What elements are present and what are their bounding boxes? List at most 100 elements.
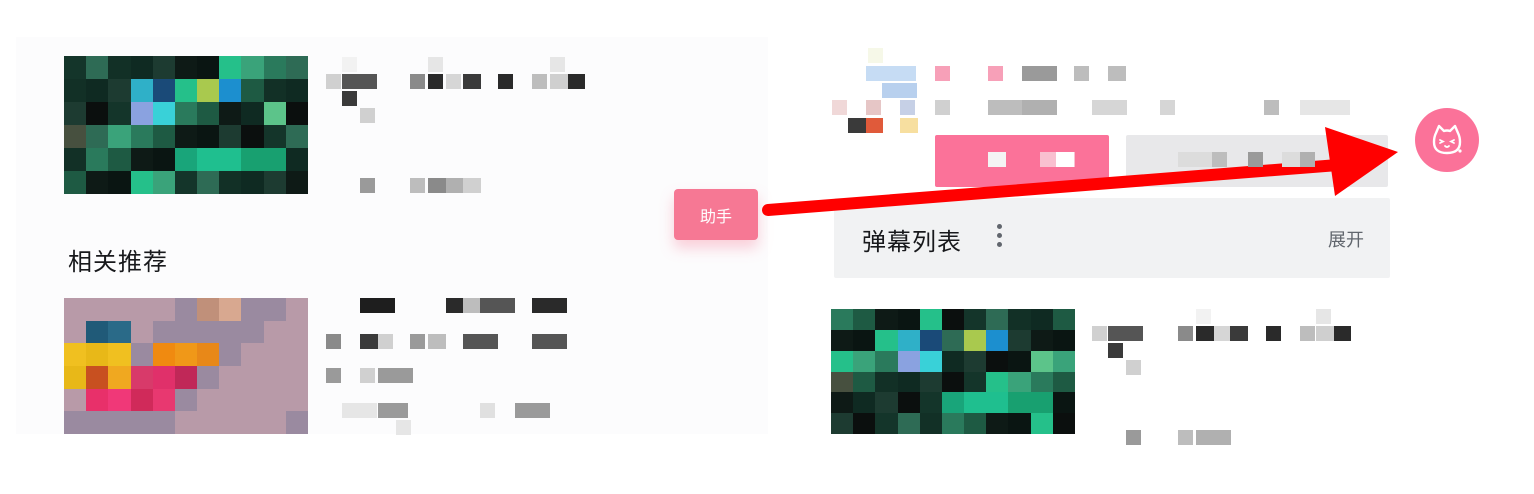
- thumbnail-tile: [130, 148, 153, 171]
- thumbnail-tile: [986, 371, 1009, 393]
- redacted-pixel: [1178, 326, 1193, 341]
- video-thumbnail[interactable]: [64, 298, 308, 434]
- thumbnail-tile: [219, 56, 242, 79]
- thumbnail-tile: [86, 171, 109, 194]
- video-thumbnail[interactable]: [831, 309, 1075, 434]
- redacted-pixel: [446, 74, 461, 89]
- thumbnail-tile: [152, 148, 175, 171]
- thumbnail-tile: [875, 350, 898, 372]
- thumbnail-tile: [941, 371, 965, 393]
- thumbnail-tile: [197, 388, 220, 412]
- redacted-pixel: [410, 74, 425, 89]
- follow-button[interactable]: [935, 135, 1109, 187]
- redacted-pixel: [428, 74, 443, 89]
- thumbnail-tile: [941, 350, 965, 372]
- thumbnail-tile: [130, 125, 153, 148]
- thumbnail-tile: [1052, 371, 1075, 393]
- thumbnail-tile: [108, 365, 131, 389]
- redacted-pixel: [360, 178, 375, 193]
- redacted-pixel: [396, 420, 411, 435]
- thumbnail-tile: [831, 413, 854, 434]
- redacted-pixel: [446, 298, 464, 313]
- redacted-pixel: [463, 178, 481, 193]
- cat-face-icon[interactable]: [1415, 108, 1479, 172]
- thumbnail-tile: [285, 171, 308, 194]
- redacted-pixel: [1316, 326, 1334, 341]
- thumbnail-tile: [263, 171, 286, 194]
- redacted-pixel: [428, 334, 446, 349]
- thumbnail-tile: [919, 309, 942, 330]
- thumbnail-tile: [986, 392, 1009, 414]
- thumbnail-tile: [174, 343, 198, 366]
- redacted-pixel: [480, 403, 495, 418]
- thumbnail-tile: [285, 320, 308, 344]
- thumbnail-tile: [1008, 371, 1031, 393]
- thumbnail-tile: [108, 298, 131, 321]
- thumbnail-tile: [964, 350, 987, 372]
- thumbnail-tile: [108, 125, 131, 148]
- thumbnail-tile: [964, 392, 987, 414]
- thumbnail-tile: [86, 343, 109, 366]
- thumbnail-tile: [174, 388, 198, 412]
- thumbnail-tile: [86, 148, 109, 171]
- redacted-pixel: [1108, 66, 1126, 81]
- thumbnail-tile: [64, 365, 87, 389]
- thumbnail-tile: [285, 298, 308, 321]
- thumbnail-tile: [263, 56, 286, 79]
- redacted-pixel: [1126, 430, 1141, 445]
- thumbnail-tile: [941, 329, 965, 351]
- redacted-pixel: [532, 334, 567, 349]
- thumbnail-tile: [1008, 329, 1031, 351]
- thumbnail-tile: [130, 365, 153, 389]
- thumbnail-tile: [241, 171, 264, 194]
- redacted-pixel: [378, 368, 413, 383]
- redacted-pixel: [360, 368, 375, 383]
- thumbnail-tile: [197, 411, 220, 434]
- thumbnail-tile: [219, 343, 242, 366]
- thumbnail-tile: [986, 329, 1009, 351]
- thumbnail-tile: [831, 309, 854, 330]
- thumbnail-tile: [197, 148, 220, 171]
- thumbnail-tile: [964, 371, 987, 393]
- thumbnail-tile: [108, 171, 131, 194]
- thumbnail-tile: [919, 413, 942, 434]
- thumbnail-tile: [831, 329, 854, 351]
- redacted-pixel: [326, 74, 341, 89]
- thumbnail-tile: [241, 388, 264, 412]
- thumbnail-tile: [64, 56, 87, 79]
- thumbnail-tile: [197, 102, 220, 125]
- redacted-pixel: [360, 334, 378, 349]
- video-thumbnail[interactable]: [64, 56, 308, 194]
- thumbnail-tile: [919, 392, 942, 414]
- redacted-pixel: [463, 74, 481, 89]
- thumbnail-tile: [263, 125, 286, 148]
- redacted-pixel: [1334, 326, 1351, 341]
- redacted-pixel: [1264, 100, 1279, 115]
- thumbnail-tile: [1052, 350, 1075, 372]
- redacted-pixel: [342, 403, 377, 418]
- thumbnail-tile: [64, 388, 87, 412]
- thumbnail-tile: [86, 102, 109, 125]
- thumbnail-tile: [986, 309, 1009, 330]
- thumbnail-tile: [263, 102, 286, 125]
- more-vertical-icon[interactable]: [997, 224, 1003, 252]
- thumbnail-tile: [152, 320, 175, 344]
- thumbnail-tile: [1030, 413, 1053, 434]
- thumbnail-tile: [197, 320, 220, 344]
- thumbnail-tile: [285, 125, 308, 148]
- thumbnail-tile: [941, 392, 965, 414]
- thumbnail-tile: [263, 298, 286, 321]
- redacted-pixel: [1092, 100, 1127, 115]
- thumbnail-tile: [174, 298, 198, 321]
- expand-button[interactable]: 展开: [1328, 226, 1364, 252]
- thumbnail-tile: [130, 388, 153, 412]
- thumbnail-tile: [875, 371, 898, 393]
- thumbnail-tile: [853, 371, 876, 393]
- redacted-pixel: [410, 334, 425, 349]
- thumbnail-tile: [1052, 413, 1075, 434]
- thumbnail-tile: [1052, 329, 1075, 351]
- danmaku-list-bar[interactable]: 弹幕列表 展开: [834, 198, 1390, 278]
- redacted-pixel: [1092, 326, 1107, 341]
- thumbnail-tile: [108, 343, 131, 366]
- thumbnail-tile: [130, 298, 153, 321]
